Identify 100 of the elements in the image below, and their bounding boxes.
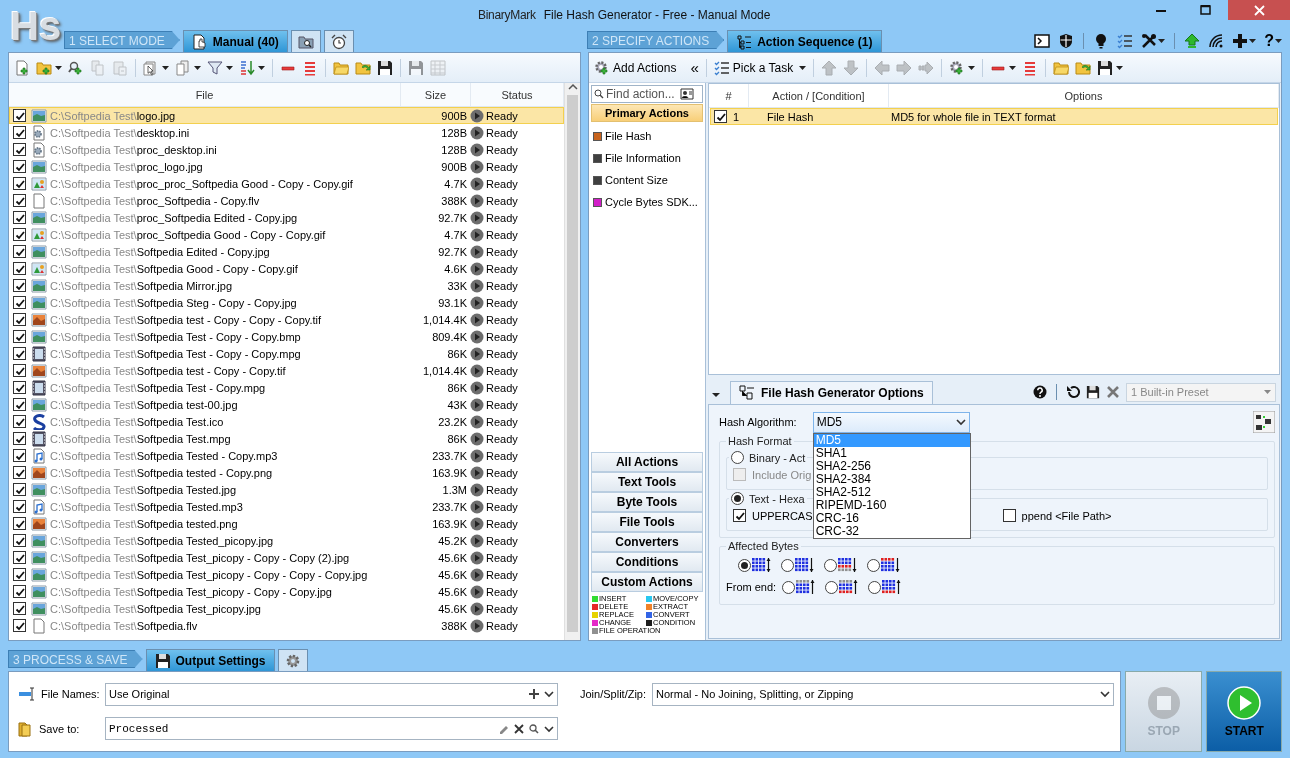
tools-icon[interactable] <box>1141 33 1158 49</box>
save-icon[interactable] <box>377 59 393 76</box>
radio-button[interactable] <box>868 580 882 594</box>
clear-icon[interactable] <box>514 723 524 734</box>
caret-icon[interactable] <box>799 64 807 71</box>
help-button[interactable]: ? <box>1262 32 1284 50</box>
category-button[interactable]: Converters <box>591 532 703 552</box>
add-icon[interactable] <box>529 689 539 700</box>
upload-icon[interactable] <box>1184 33 1201 49</box>
icon-tab[interactable] <box>277 649 308 671</box>
gear-add-icon[interactable] <box>949 59 966 76</box>
caret-icon[interactable] <box>1116 64 1124 71</box>
tab[interactable]: File Hash Generator Options <box>730 381 933 404</box>
dropdown-option[interactable]: SHA1 <box>813 446 970 460</box>
checkbox[interactable] <box>13 449 26 462</box>
checkbox[interactable] <box>13 109 26 122</box>
help-icon[interactable] <box>1033 385 1047 399</box>
dropdown-icon[interactable] <box>1100 690 1110 699</box>
category-header[interactable]: Primary Actions <box>591 104 703 122</box>
checkbox[interactable] <box>13 347 26 360</box>
checkbox[interactable] <box>1002 509 1016 522</box>
checkbox[interactable] <box>13 126 26 139</box>
checkbox[interactable] <box>13 296 26 309</box>
selected-row-highlight[interactable]: C:\Softpedia Test\logo.jpg 900B Ready <box>9 107 564 124</box>
caret-icon[interactable] <box>1009 64 1017 71</box>
checkbox[interactable] <box>13 432 26 445</box>
radio-button[interactable] <box>731 492 744 505</box>
radio-button[interactable] <box>867 558 880 572</box>
shield-icon[interactable] <box>1058 33 1075 49</box>
checkbox[interactable] <box>13 415 26 428</box>
contact-card-icon[interactable] <box>680 88 694 100</box>
category-button[interactable]: Byte Tools <box>591 492 703 512</box>
action-item[interactable]: Cycle Bytes SDK... <box>605 196 698 208</box>
checkbox[interactable] <box>13 279 26 292</box>
checkbox[interactable] <box>13 568 26 581</box>
column-header[interactable]: Size <box>401 83 471 106</box>
caret-icon[interactable] <box>226 64 233 71</box>
undo-icon[interactable] <box>1066 385 1080 399</box>
action-item[interactable]: File Information <box>605 152 681 164</box>
radio-button[interactable] <box>738 558 751 572</box>
checkbox[interactable] <box>13 160 26 173</box>
checkbox[interactable] <box>13 330 26 343</box>
checkbox[interactable] <box>13 585 26 598</box>
category-button[interactable]: File Tools <box>591 512 703 532</box>
terminal-icon[interactable] <box>1034 33 1051 49</box>
save-icon[interactable] <box>1086 385 1100 399</box>
radio-button[interactable] <box>824 558 837 572</box>
checkbox[interactable] <box>13 177 26 190</box>
filter-icon[interactable] <box>207 59 223 76</box>
column-header[interactable]: Action / [Condition] <box>749 84 889 107</box>
checkbox[interactable] <box>13 211 26 224</box>
checkbox[interactable] <box>13 364 26 377</box>
dropdown-icon[interactable] <box>955 418 966 426</box>
action-item[interactable]: File Hash <box>605 130 652 142</box>
dropdown-icon[interactable] <box>544 724 554 733</box>
checkbox[interactable] <box>13 500 26 513</box>
checkbox[interactable] <box>13 551 26 564</box>
folder-add-icon[interactable] <box>36 59 52 76</box>
folder-refresh-icon[interactable] <box>1075 59 1092 76</box>
plus-icon[interactable] <box>1232 33 1249 49</box>
caret-icon[interactable] <box>1275 38 1282 44</box>
tab[interactable]: Output Settings <box>145 649 275 671</box>
save-icon[interactable] <box>1097 59 1114 76</box>
dropdown-option[interactable]: CRC-16 <box>813 511 970 525</box>
caret-icon[interactable] <box>162 64 169 71</box>
collapse-caret-icon[interactable] <box>712 392 720 398</box>
gear-add-icon[interactable] <box>594 59 610 76</box>
join-dropdown[interactable]: Normal - No Joining, Splitting, or Zipping <box>652 682 1114 706</box>
checkbox[interactable] <box>13 466 26 479</box>
selected-row-highlight[interactable]: 1 File Hash MD5 for whole file in TEXT format <box>710 108 1278 125</box>
tab[interactable]: Action Sequence (1) <box>727 30 882 52</box>
category-button[interactable]: Custom Actions <box>591 572 703 592</box>
scrollbar[interactable] <box>564 83 580 640</box>
checkbox[interactable] <box>13 228 26 241</box>
caret-icon[interactable] <box>55 64 62 71</box>
signal-icon[interactable] <box>1208 33 1225 49</box>
toolbar-button[interactable]: Pick a Task <box>711 55 809 80</box>
checkbox[interactable] <box>13 381 26 394</box>
caret-icon[interactable] <box>968 64 976 71</box>
checkbox[interactable] <box>13 534 26 547</box>
caret-icon[interactable] <box>258 64 265 71</box>
radio-button[interactable] <box>782 580 796 594</box>
format-icon[interactable] <box>1253 411 1275 433</box>
tab[interactable]: Manual (40) <box>182 30 288 52</box>
maximize-icon[interactable] <box>1200 5 1211 15</box>
caret-icon[interactable] <box>1158 38 1166 44</box>
dropdown-option[interactable]: SHA2-256 <box>813 459 970 473</box>
checkbox[interactable] <box>13 262 26 275</box>
toolbar-button[interactable]: Add Actions <box>592 55 679 80</box>
dropdown-option[interactable]: RIPEMD-160 <box>813 498 970 512</box>
delete-icon[interactable] <box>1106 385 1120 399</box>
close-icon[interactable] <box>1253 4 1265 16</box>
search-add-icon[interactable] <box>68 59 84 76</box>
search-box[interactable]: Find action... <box>591 85 703 103</box>
checkbox[interactable] <box>13 194 26 207</box>
action-item[interactable]: Content Size <box>605 174 668 186</box>
remove-all-icon[interactable] <box>302 59 318 76</box>
category-button[interactable]: Conditions <box>591 552 703 572</box>
radio-button[interactable] <box>781 558 794 572</box>
checklist-icon[interactable] <box>713 59 730 76</box>
